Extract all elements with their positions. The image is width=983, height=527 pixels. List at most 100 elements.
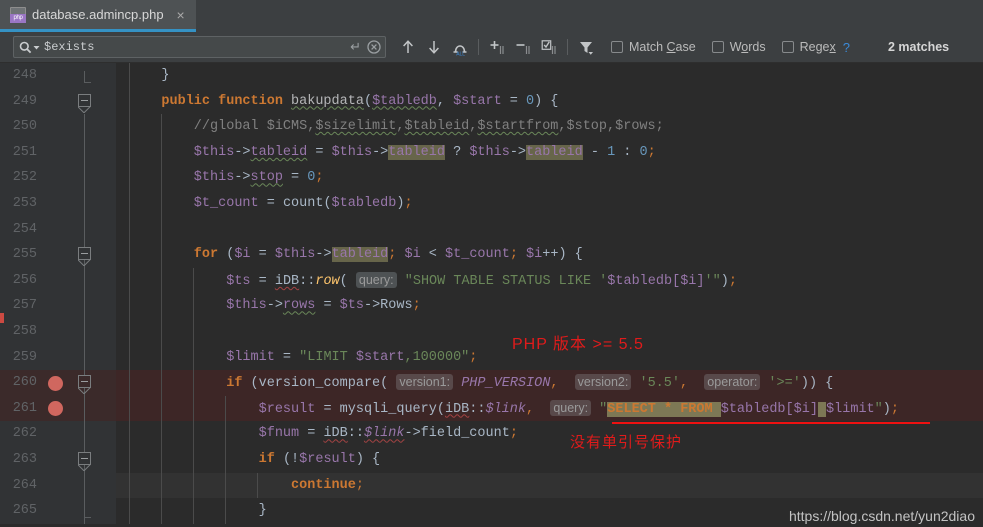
fold-gutter[interactable] — [71, 242, 98, 268]
code-line-258[interactable]: 258 — [0, 318, 983, 345]
close-icon[interactable]: × — [174, 6, 188, 24]
code-line-254[interactable]: 254 — [0, 216, 983, 243]
breakpoint-gutter[interactable] — [43, 242, 71, 268]
code-line-265[interactable]: 265 } — [0, 498, 983, 524]
arrow-up-icon[interactable] — [395, 35, 421, 59]
help-icon[interactable]: ? — [843, 40, 850, 55]
search-query-text[interactable]: $exists — [44, 40, 346, 54]
code-text: for ($i = $this->tableid; $i < $t_count;… — [116, 242, 983, 268]
fold-gutter[interactable] — [71, 446, 98, 473]
fold-gutter[interactable] — [71, 165, 98, 191]
breakpoint-gutter[interactable] — [43, 293, 71, 319]
fold-arrow-icon — [78, 464, 91, 471]
breakpoint-gutter[interactable] — [43, 344, 71, 371]
fold-gutter[interactable] — [71, 139, 98, 166]
enter-return-icon[interactable]: ↵ — [346, 39, 365, 55]
code-line-251[interactable]: 251 $this->tableid = $this->tableid ? $t… — [0, 139, 983, 166]
fold-gutter[interactable] — [71, 63, 98, 89]
tab-database-admincp-php[interactable]: database.admincp.php × — [0, 0, 196, 32]
fold-arrow-icon — [78, 106, 91, 113]
breakpoint-gutter[interactable] — [43, 88, 71, 115]
line-number: 251 — [0, 139, 43, 166]
fold-gutter[interactable] — [71, 267, 98, 294]
code-editor[interactable]: 248 } 249 public function bakupdata($tab… — [0, 63, 983, 527]
code-line-256[interactable]: 256 $ts = iDB::row( query: "SHOW TABLE S… — [0, 267, 983, 294]
breakpoint-gutter[interactable] — [43, 190, 71, 217]
line-number: 255 — [0, 242, 43, 268]
code-line-253[interactable]: 253 $t_count = count($tabledb); — [0, 190, 983, 217]
code-text: $this->stop = 0; — [116, 165, 983, 191]
breakpoint-gutter[interactable] — [43, 472, 71, 499]
fold-arrow-icon — [78, 259, 91, 266]
code-text: } — [116, 498, 983, 524]
fold-gutter[interactable] — [71, 114, 98, 140]
line-number: 253 — [0, 190, 43, 217]
gutter-pad — [98, 421, 116, 447]
code-line-264[interactable]: 264 continue; — [0, 472, 983, 499]
code-line-260[interactable]: 260 if (version_compare( version1: PHP_V… — [0, 370, 983, 396]
breakpoint-gutter[interactable] — [43, 165, 71, 191]
regex-checkbox[interactable]: Regex — [781, 40, 836, 54]
code-line-259[interactable]: 259 $limit = "LIMIT $start,100000"; — [0, 344, 983, 371]
match-count-label: 2 matches — [887, 40, 950, 54]
code-line-250[interactable]: 250 //global $iCMS,$sizelimit,$tableid,$… — [0, 114, 983, 140]
fold-gutter[interactable] — [71, 318, 98, 345]
words-checkbox[interactable]: Words — [711, 40, 766, 54]
code-line-263[interactable]: 263 if (!$result) { — [0, 446, 983, 473]
gutter-pad — [98, 267, 116, 294]
match-case-checkbox[interactable]: Match Case — [611, 40, 696, 54]
breakpoint-gutter[interactable] — [43, 318, 71, 345]
fold-end-marker — [78, 506, 91, 519]
fold-gutter[interactable] — [71, 370, 98, 396]
remove-selection-icon[interactable] — [510, 35, 536, 59]
fold-gutter[interactable] — [71, 216, 98, 243]
arrow-down-icon[interactable] — [421, 35, 447, 59]
code-line-261[interactable]: 261 $result = mysqli_query(iDB::$link, q… — [0, 395, 983, 422]
code-line-249[interactable]: 249 public function bakupdata($tabledb, … — [0, 88, 983, 115]
fold-gutter[interactable] — [71, 395, 98, 422]
code-line-252[interactable]: 252 $this->stop = 0; — [0, 165, 983, 191]
breakpoint-gutter[interactable] — [43, 370, 71, 396]
clear-circle-icon[interactable] — [367, 40, 381, 54]
fold-gutter[interactable] — [71, 88, 98, 115]
fold-gutter[interactable] — [71, 190, 98, 217]
breakpoint-gutter[interactable] — [43, 498, 71, 524]
line-number: 248 — [0, 63, 43, 89]
checkbox-box[interactable] — [611, 41, 623, 53]
fold-gutter[interactable] — [71, 293, 98, 319]
breakpoint-gutter[interactable] — [43, 446, 71, 473]
add-selection-icon[interactable] — [484, 35, 510, 59]
breakpoint-icon[interactable] — [48, 375, 63, 391]
code-text: $this->rows = $ts->Rows; — [116, 293, 983, 319]
breakpoint-gutter[interactable] — [43, 267, 71, 294]
breakpoint-gutter[interactable] — [43, 216, 71, 243]
parameter-hint-version1: version1: — [396, 374, 454, 391]
gutter-pad — [98, 190, 116, 217]
fold-arrow-icon — [78, 387, 91, 394]
annotation-underline — [612, 422, 930, 424]
breakpoint-gutter[interactable] — [43, 421, 71, 447]
code-line-248[interactable]: 248 } — [0, 63, 983, 89]
code-line-257[interactable]: 257 $this->rows = $ts->Rows; — [0, 293, 983, 319]
breakpoint-icon[interactable] — [48, 401, 63, 417]
fold-gutter[interactable] — [71, 472, 98, 499]
breakpoint-gutter[interactable] — [43, 114, 71, 140]
checkbox-box[interactable] — [781, 41, 794, 53]
search-input[interactable]: $exists ↵ — [13, 36, 386, 58]
select-all-icon[interactable] — [536, 35, 562, 59]
error-stripe-marker — [0, 313, 4, 323]
code-line-262[interactable]: 262 $fnum = iDB::$link->field_count; — [0, 421, 983, 447]
code-line-255[interactable]: 255 for ($i = $this->tableid; $i < $t_co… — [0, 242, 983, 268]
select-all-occurrences-icon[interactable]: ALL — [447, 35, 473, 59]
breakpoint-gutter[interactable] — [43, 395, 71, 422]
checkbox-box[interactable] — [711, 41, 724, 53]
filter-icon[interactable] — [573, 35, 599, 59]
search-icon[interactable] — [19, 41, 40, 54]
fold-end-marker — [78, 71, 91, 83]
breakpoint-gutter[interactable] — [43, 63, 71, 89]
line-number: 265 — [0, 498, 43, 524]
fold-gutter[interactable] — [71, 421, 98, 447]
breakpoint-gutter[interactable] — [43, 139, 71, 166]
fold-gutter[interactable] — [71, 344, 98, 371]
fold-gutter[interactable] — [71, 498, 98, 524]
